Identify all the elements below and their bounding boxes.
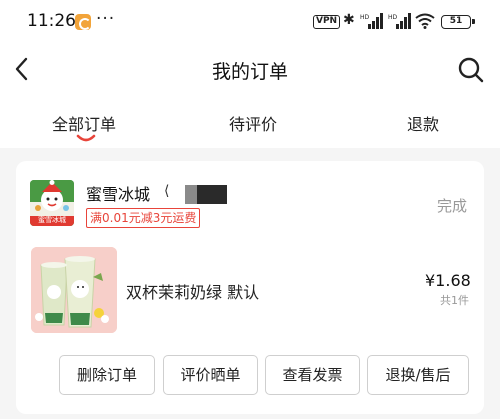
order-card[interactable]: 蜜雪冰城 蜜雪冰城 ⟨ 满0.01元减3元运费 完成 双杯茉莉奶绿 默认 ¥1.… — [16, 161, 484, 414]
redaction-block — [185, 185, 227, 204]
drink-cups-image — [31, 247, 117, 333]
tab-refund[interactable]: 退款 — [407, 111, 439, 135]
order-price: ¥1.68 — [425, 271, 471, 290]
return-service-button[interactable]: 退换/售后 — [367, 355, 469, 395]
bluetooth-icon: ✱ — [343, 12, 355, 28]
more-dots: ··· — [96, 9, 116, 29]
view-invoice-button[interactable]: 查看发票 — [265, 355, 360, 395]
promo-tag: 满0.01元减3元运费 — [86, 208, 201, 228]
order-status: 完成 — [437, 197, 468, 215]
product-image[interactable] — [31, 247, 117, 333]
status-time: 11:26 — [27, 11, 76, 31]
status-bar: 11:26 ··· VPN ✱ HD HD 51 — [0, 0, 500, 44]
signal-icon: HD — [388, 13, 411, 29]
app-badge-icon — [75, 14, 91, 30]
delete-order-button[interactable]: 删除订单 — [59, 355, 155, 395]
tab-all-orders[interactable]: 全部订单 — [52, 111, 116, 135]
svg-text:HD: HD — [360, 14, 370, 21]
search-icon[interactable] — [455, 54, 487, 86]
item-count: 共1件 — [440, 294, 469, 307]
store-logo-label: 蜜雪冰城 — [38, 216, 66, 224]
product-name[interactable]: 双杯茉莉奶绿 默认 — [126, 279, 259, 303]
battery-icon: 51 — [441, 15, 475, 29]
wifi-icon — [415, 13, 435, 29]
svg-text:HD: HD — [388, 14, 398, 21]
store-logo: 蜜雪冰城 — [30, 180, 74, 226]
vpn-badge: VPN — [313, 15, 341, 29]
review-order-button[interactable]: 评价晒单 — [163, 355, 258, 395]
chevron-right-icon[interactable]: ⟨ — [164, 183, 169, 199]
signal-icon: HD — [360, 13, 383, 29]
active-tab-indicator — [76, 134, 96, 142]
tab-pending-review[interactable]: 待评价 — [229, 111, 277, 135]
store-name[interactable]: 蜜雪冰城 — [86, 181, 150, 205]
chevron-left-icon[interactable] — [8, 52, 38, 86]
